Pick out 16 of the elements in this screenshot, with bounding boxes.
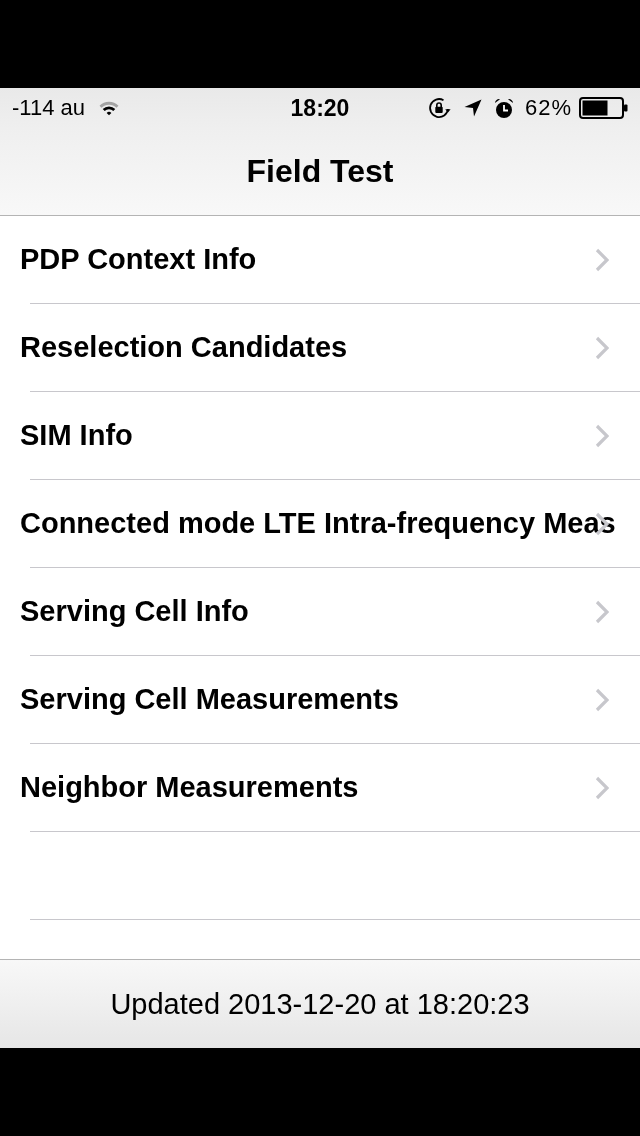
alarm-clock-icon	[493, 97, 514, 119]
carrier-text: -114 au	[12, 95, 85, 121]
update-status-text: Updated 2013-12-20 at 18:20:23	[110, 987, 530, 1021]
orientation-lock-icon	[426, 96, 451, 120]
chevron-icon	[595, 687, 609, 712]
chevron-icon	[595, 423, 609, 448]
chevron-icon	[595, 247, 609, 272]
chevron-icon	[595, 775, 609, 800]
battery-percent: 62%	[524, 95, 572, 121]
chevron-icon	[595, 335, 609, 360]
location-arrow-icon	[463, 99, 482, 117]
nav-title: Field Test	[246, 153, 394, 190]
battery-icon	[579, 97, 628, 119]
wifi-icon	[99, 100, 119, 116]
chevron-icon	[595, 599, 609, 624]
status-time: 18:20	[290, 94, 350, 122]
